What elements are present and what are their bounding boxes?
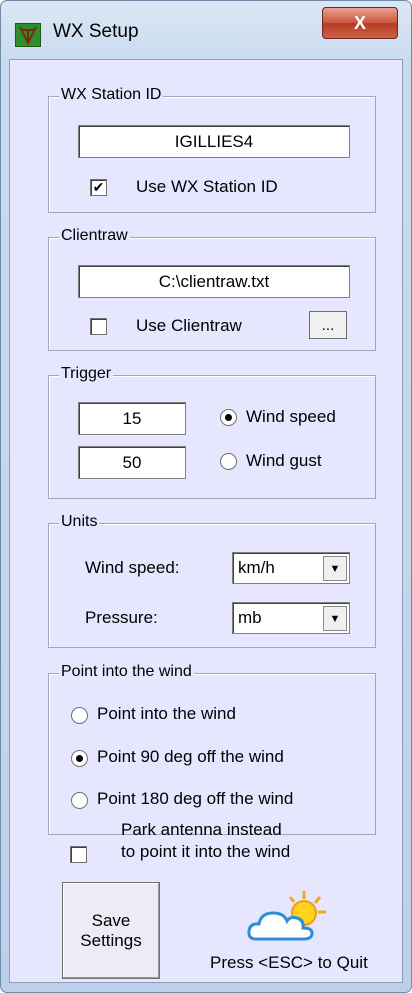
trigger-group-label: Trigger xyxy=(59,365,114,383)
wind-speed-unit-value: km/h xyxy=(238,558,275,577)
point-option-radio-1[interactable] xyxy=(71,750,88,767)
clientraw-group: Clientraw C:\clientraw.txt Use Clientraw… xyxy=(48,227,376,351)
client-area: WX Station ID IGILLIES4 ✔ Use WX Station… xyxy=(9,59,403,983)
use-clientraw-checkbox[interactable] xyxy=(90,318,107,335)
point-option-label-1: Point 90 deg off the wind xyxy=(97,747,284,766)
trigger-group: Trigger 15 Wind speed 50 Wind gust xyxy=(48,365,376,499)
wind-speed-trigger-input[interactable]: 15 xyxy=(78,402,186,435)
park-antenna-checkbox[interactable] xyxy=(70,846,87,863)
clientraw-path-input[interactable]: C:\clientraw.txt xyxy=(78,265,350,298)
station-id-value: IGILLIES4 xyxy=(174,131,254,151)
wind-gust-trigger-input[interactable]: 50 xyxy=(78,446,186,479)
use-station-label: Use WX Station ID xyxy=(136,177,278,196)
antenna-icon xyxy=(15,23,41,47)
clientraw-path-value: C:\clientraw.txt xyxy=(158,271,270,291)
point-option-label-2: Point 180 deg off the wind xyxy=(97,789,294,808)
pressure-unit-label: Pressure: xyxy=(85,608,158,627)
point-group-label: Point into the wind xyxy=(59,663,194,681)
browse-button[interactable]: ... xyxy=(309,311,347,339)
partly-sunny-cloud-icon xyxy=(246,887,330,947)
save-label-line1: Save xyxy=(91,910,131,930)
park-antenna-label-line2: to point it into the wind xyxy=(121,842,291,861)
use-clientraw-label: Use Clientraw xyxy=(136,316,242,335)
escape-hint: Press <ESC> to Quit xyxy=(210,953,368,972)
wx-station-group-label: WX Station ID xyxy=(59,86,164,104)
station-id-input[interactable]: IGILLIES4 xyxy=(78,125,350,158)
park-antenna-label-line1: Park antenna instead xyxy=(121,820,282,839)
point-option-radio-2[interactable] xyxy=(71,792,88,809)
wind-gust-radio-label: Wind gust xyxy=(246,451,322,470)
use-station-checkbox[interactable]: ✔ xyxy=(90,179,107,196)
save-label-line2: Settings xyxy=(80,930,142,950)
close-icon: X xyxy=(353,12,366,33)
point-option-label-0: Point into the wind xyxy=(97,704,236,723)
radio-selected-dot xyxy=(225,414,232,421)
wind-speed-unit-label: Wind speed: xyxy=(85,558,180,577)
wind-gust-radio[interactable] xyxy=(220,453,237,470)
pressure-unit-select[interactable]: mb ▼ xyxy=(232,602,350,634)
wind-speed-unit-select[interactable]: km/h ▼ xyxy=(232,552,350,584)
wind-speed-trigger-value: 15 xyxy=(122,408,142,428)
clientraw-group-label: Clientraw xyxy=(59,227,130,245)
chevron-down-icon[interactable]: ▼ xyxy=(323,556,347,581)
wx-setup-window: WX Setup X WX Station ID IGILLIES4 ✔ Use… xyxy=(0,0,412,993)
wind-speed-radio-label: Wind speed xyxy=(246,407,336,426)
window-title: WX Setup xyxy=(53,21,139,42)
units-group-label: Units xyxy=(59,513,100,531)
wind-gust-trigger-value: 50 xyxy=(122,452,142,472)
point-group: Point into the wind Point into the wind … xyxy=(48,663,376,835)
pressure-unit-value: mb xyxy=(238,608,262,627)
point-option-radio-0[interactable] xyxy=(71,707,88,724)
title-bar[interactable]: WX Setup X xyxy=(1,1,411,59)
wind-speed-radio[interactable] xyxy=(220,409,237,426)
browse-label: ... xyxy=(321,316,335,334)
wx-station-group: WX Station ID IGILLIES4 ✔ Use WX Station… xyxy=(48,86,376,213)
units-group: Units Wind speed: km/h ▼ Pressure: mb ▼ xyxy=(48,513,376,648)
close-button[interactable]: X xyxy=(322,7,398,39)
chevron-down-icon[interactable]: ▼ xyxy=(323,606,347,631)
radio-selected-dot xyxy=(76,755,83,762)
save-settings-button[interactable]: Save Settings xyxy=(62,882,160,979)
